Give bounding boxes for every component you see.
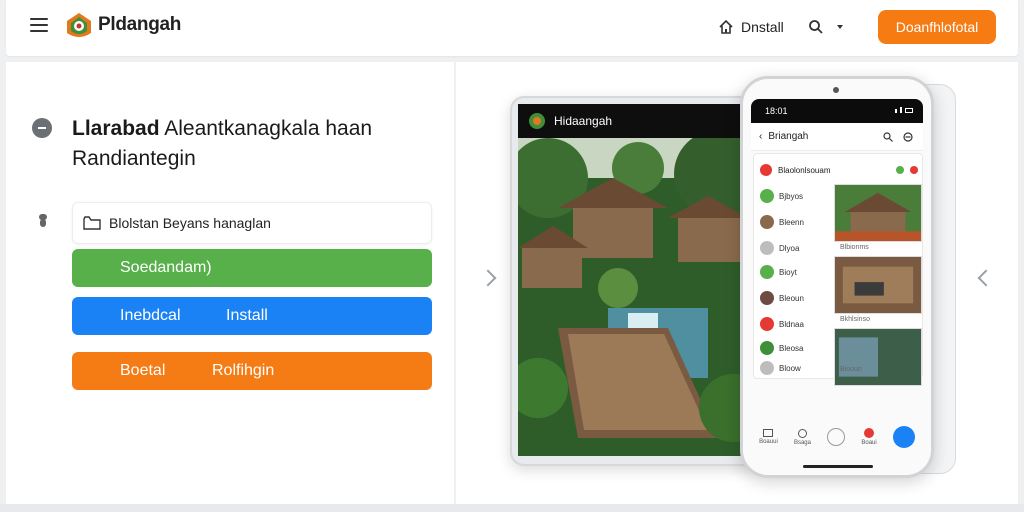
nav-home-label: Boauui (759, 439, 778, 445)
install-button-right-label: Install (226, 307, 268, 324)
thumbnail-image[interactable] (834, 184, 922, 242)
chip-icon (760, 241, 774, 255)
signal-icon (895, 107, 913, 113)
list-item[interactable]: Bioyt (760, 264, 830, 280)
search-icon (797, 428, 807, 438)
status-time: 18:01 (765, 106, 788, 116)
chip-icon (760, 317, 774, 331)
list-item-label: Bleenn (779, 217, 804, 227)
list-item-label: Bioyt (779, 267, 797, 277)
phone-close-icon[interactable] (903, 132, 913, 142)
preview-panel: Hidaangah 18:01 ‹ Briangah Blaolonlsouam… (456, 62, 1018, 504)
user-icon (38, 214, 48, 228)
phone-content-panel: Blaolonlsouam Bjbyos Bleenn Dlyoa Bioyt (753, 153, 923, 386)
nav-search-label: Bsaga (793, 439, 811, 446)
carousel-next-arrow[interactable] (977, 269, 995, 287)
phone-search-icon[interactable] (883, 132, 893, 142)
list-item-label: Bldnaa (779, 319, 804, 329)
play-icon (892, 426, 915, 448)
list-item[interactable]: Bldnaa (760, 316, 830, 332)
home-icon (719, 19, 733, 34)
nav-add[interactable] (827, 428, 846, 446)
camera-dot (833, 87, 839, 93)
phone-mockup: 18:01 ‹ Briangah Blaolonlsouam Bjbyos Bl… (740, 76, 934, 478)
alert-dot-icon (910, 166, 918, 174)
install-button-left-label: Inebdcal (120, 307, 181, 324)
list-item[interactable]: Bloow (760, 360, 830, 376)
nav-search[interactable]: Bsaga (793, 428, 811, 446)
status-dot-icon (896, 166, 904, 174)
chevron-down-icon (837, 25, 843, 29)
logo-icon (67, 13, 91, 37)
list-item[interactable]: Dlyoa (760, 240, 830, 256)
download-cta-button[interactable]: Doanfhlofotal (878, 10, 996, 44)
thumbnail-label: Biooun (840, 366, 862, 373)
headline-rest: Aleantkanagkala haan (164, 117, 373, 140)
home-icon (763, 429, 774, 437)
list-item[interactable]: Bleosa (760, 340, 830, 356)
search-icon (809, 20, 823, 34)
phone-bottom-nav: Boauui Bsaga Boaui (751, 419, 923, 455)
menu-icon[interactable] (30, 18, 48, 32)
chip-icon (760, 361, 774, 375)
location-field[interactable]: Blolstan Beyans hanaglan (72, 202, 432, 244)
install-button[interactable]: Inebdcal Install (72, 297, 432, 335)
list-item[interactable]: Bjbyos (760, 188, 830, 204)
location-field-label: Blolstan Beyans hanaglan (109, 215, 271, 231)
nav-home[interactable]: Boauui (759, 429, 778, 445)
thumbnail-image[interactable] (834, 256, 922, 314)
info-icon (32, 118, 52, 138)
add-icon (827, 428, 846, 446)
tablet-app-bar: Hidaangah (518, 104, 752, 138)
avatar (760, 215, 774, 229)
list-item[interactable]: Bleenn (760, 214, 830, 230)
thumbnail-label: Bkhlsinso (840, 316, 870, 323)
chip-icon (760, 265, 774, 279)
tablet-logo-icon (529, 113, 545, 129)
avatar (760, 291, 774, 305)
phone-list-header-label: Blaolonlsouam (778, 165, 831, 175)
nav-notifications-label: Boaui (861, 440, 877, 446)
chip-icon (760, 189, 774, 203)
back-icon[interactable]: ‹ (759, 131, 762, 142)
page-headline: Llarabad Aleantkanagkala haan Randianteg… (72, 114, 442, 174)
phone-status-bar: 18:01 (751, 99, 923, 123)
list-item[interactable]: Bleoun (760, 290, 830, 306)
left-panel: Llarabad Aleantkanagkala haan Randianteg… (6, 62, 454, 504)
carousel-prev-arrow[interactable] (479, 269, 497, 287)
green-action-button[interactable]: Soedandam) (72, 249, 432, 287)
folder-icon (83, 216, 101, 230)
list-item-label: Bleosa (779, 343, 804, 353)
green-action-label: Soedandam) (120, 259, 212, 276)
headline-line2: Randiantegin (72, 147, 196, 170)
home-indicator (803, 465, 873, 468)
headline-bold: Llarabad (72, 117, 160, 140)
list-item-label: Dlyoa (779, 243, 800, 253)
tablet-mockup: Hidaangah (510, 96, 760, 466)
list-item-label: Bjbyos (779, 191, 804, 201)
tablet-title: Hidaangah (554, 114, 613, 128)
install-link[interactable]: Dnstall (718, 16, 784, 38)
nav-play[interactable] (892, 426, 915, 448)
thumbnail-label: Blbionms (840, 244, 869, 251)
phone-app-bar: ‹ Briangah (751, 123, 923, 151)
bottom-strip (0, 504, 1024, 512)
brand-name: Pldangah (98, 14, 182, 35)
thumbnail-image[interactable] (834, 328, 922, 386)
nav-notifications[interactable]: Boaui (861, 428, 877, 446)
resort-photo (518, 138, 752, 456)
chip-icon (760, 341, 774, 355)
header-badge-icon (760, 164, 772, 176)
bell-icon (864, 428, 875, 438)
search-button[interactable] (808, 16, 848, 38)
list-item-label: Bloow (779, 363, 801, 373)
phone-list-header: Blaolonlsouam (760, 162, 918, 178)
list-item-label: Bleoun (779, 293, 804, 303)
orange-action-left-label: Boetal (120, 362, 166, 379)
orange-action-button[interactable]: Boetal Rolfihgin (72, 352, 432, 390)
top-header: Pldangah Dnstall Doanfhlofotal (6, 0, 1018, 56)
orange-action-right-label: Rolfihgin (212, 362, 275, 379)
install-link-label: Dnstall (741, 19, 784, 35)
phone-app-title: Briangah (768, 131, 809, 142)
